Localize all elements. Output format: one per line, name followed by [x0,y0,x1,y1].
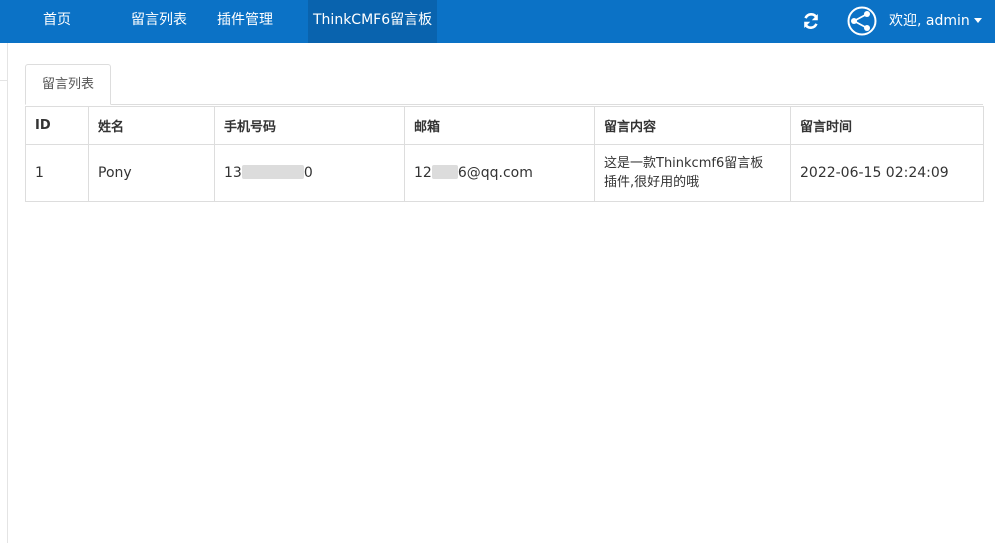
phone-start: 13 [224,165,242,181]
table-header-row: ID 姓名 手机号码 邮箱 留言内容 留言时间 [25,106,984,145]
tabs-underline [25,104,983,105]
cell-phone: 13 0 [214,144,405,202]
tab-message-list[interactable]: 留言列表 [25,64,111,105]
email-end: 6@qq.com [457,165,533,181]
cell-time: 2022-06-15 02:24:09 [790,144,984,202]
nav-home[interactable]: 首页 [43,0,71,43]
refresh-icon[interactable] [801,11,821,31]
header-content: 留言内容 [594,106,791,145]
nav-guestbook[interactable]: ThinkCMF6留言板 [308,0,438,43]
user-menu[interactable]: 欢迎, admin [889,0,982,43]
sidebar-edge-tick [0,80,8,81]
cell-name: Pony [88,144,215,202]
sidebar-edge [7,43,8,543]
header-time: 留言时间 [790,106,984,145]
caret-down-icon [973,18,982,23]
phone-end: 0 [303,165,313,181]
email-redacted [431,165,458,179]
cell-content: 这是一款Thinkcmf6留言板插件,很好用的哦 [594,144,791,202]
nav-plugin-management[interactable]: 插件管理 [217,0,273,43]
cell-id: 1 [25,144,89,202]
user-avatar-icon[interactable] [847,6,877,36]
header-id: ID [25,106,89,145]
top-navbar: 首页 留言列表 插件管理 ThinkCMF6留言板 欢迎, admin [0,0,995,43]
table-row: 1 Pony 13 0 12 6@qq.com 这是一款Thinkcmf6留言板插件… [25,144,984,202]
phone-redacted [241,165,304,179]
header-email: 邮箱 [404,106,595,145]
nav-message-list[interactable]: 留言列表 [131,0,187,43]
message-table: ID 姓名 手机号码 邮箱 留言内容 留言时间 1 Pony 13 0 12 6@q… [25,106,984,202]
email-start: 12 [414,165,432,181]
welcome-text: 欢迎, admin [889,13,970,29]
header-phone: 手机号码 [214,106,405,145]
cell-email: 12 6@qq.com [404,144,595,202]
header-name: 姓名 [88,106,215,145]
